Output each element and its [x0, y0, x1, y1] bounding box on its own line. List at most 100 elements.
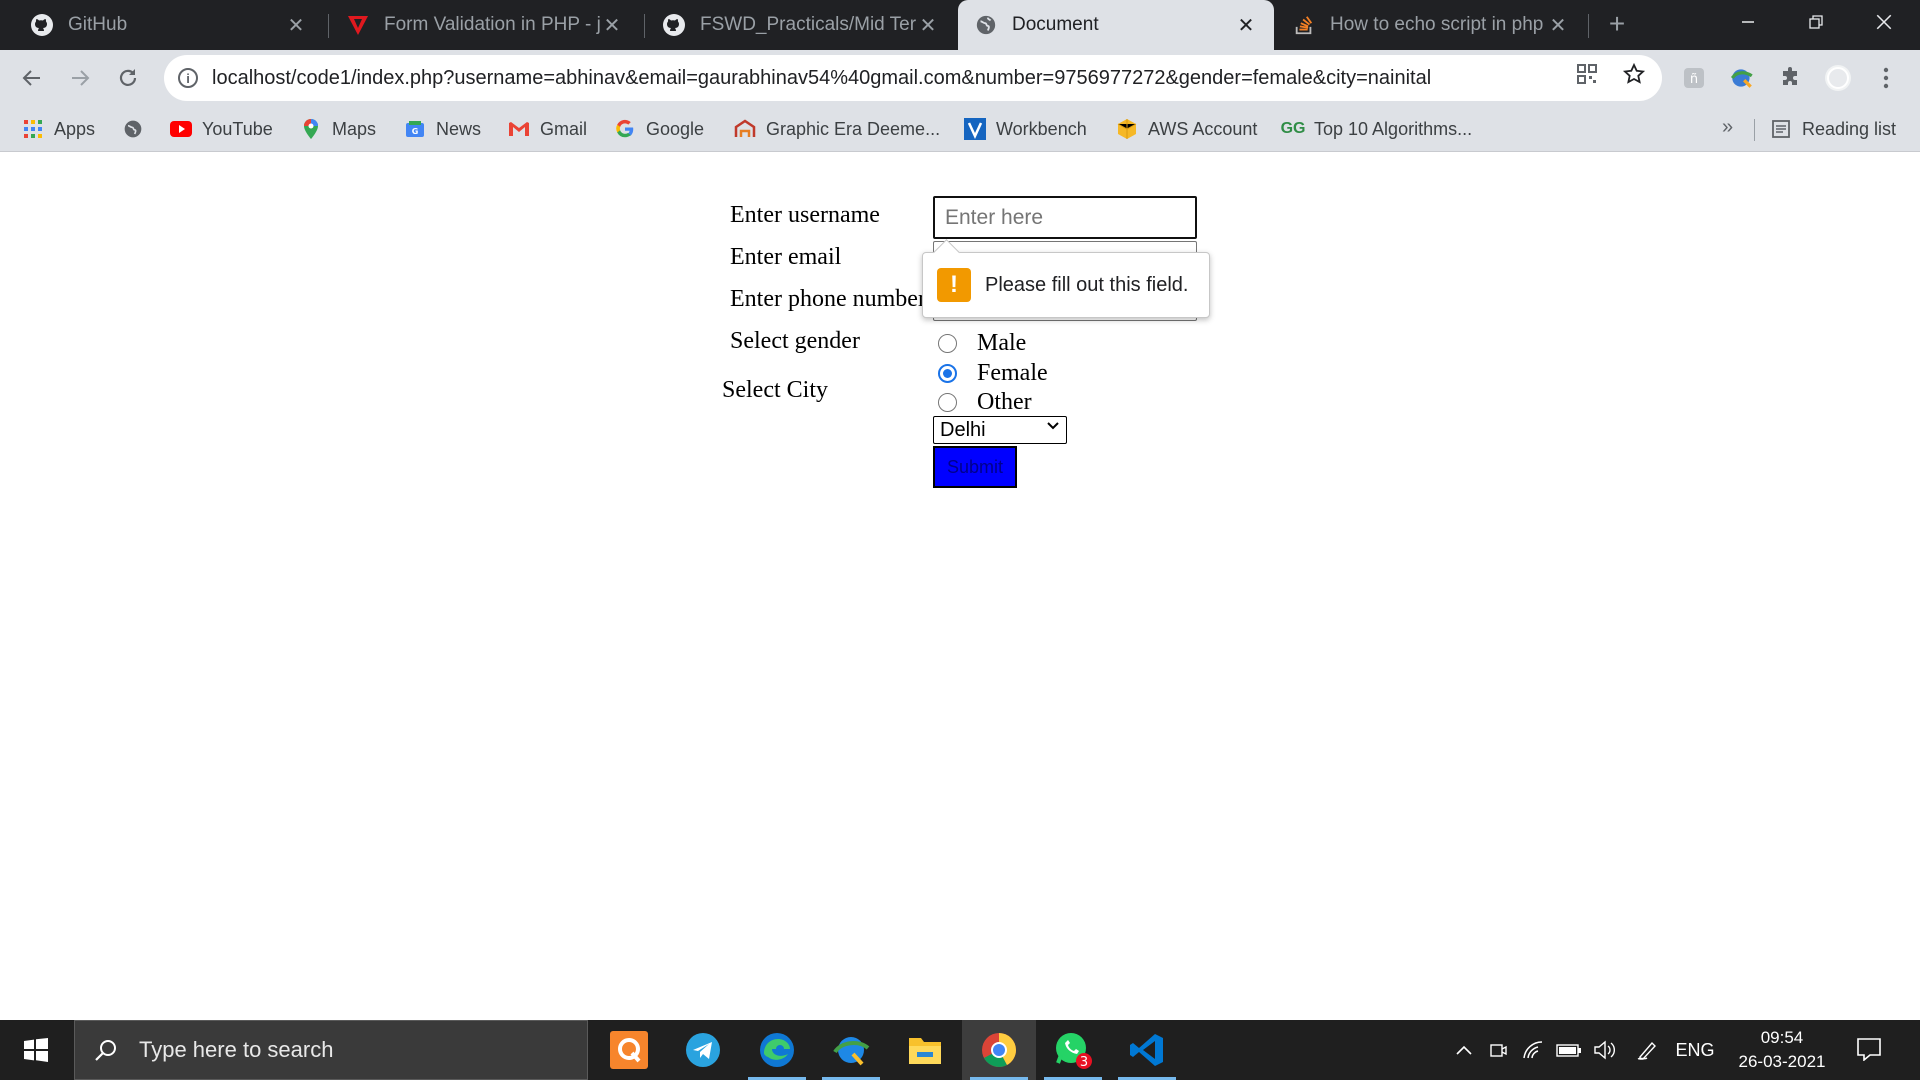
site-info-icon[interactable]: i — [178, 68, 198, 88]
gender-label: Select gender — [730, 328, 860, 354]
close-icon[interactable]: ✕ — [284, 13, 308, 38]
reading-list-label: Reading list — [1802, 118, 1897, 139]
graphic-era-icon — [734, 118, 756, 140]
bookmark-label: News — [436, 118, 482, 139]
stackoverflow-icon — [1292, 13, 1316, 37]
validation-message: Please fill out this field. — [985, 273, 1189, 296]
address-bar[interactable]: i localhost/code1/index.php?username=abh… — [164, 55, 1662, 101]
pen-workspace-button[interactable] — [1632, 1020, 1662, 1080]
url-text[interactable]: localhost/code1/index.php?username=abhin… — [212, 67, 1662, 90]
reload-button[interactable] — [112, 62, 144, 94]
forward-button[interactable] — [64, 62, 96, 94]
new-tab-button[interactable]: + — [1602, 10, 1632, 40]
start-button[interactable] — [0, 1020, 72, 1080]
network-button[interactable] — [1518, 1020, 1548, 1080]
bookmark-label: AWS Account — [1148, 118, 1258, 139]
photos-icon — [833, 1037, 870, 1066]
back-button[interactable] — [16, 62, 48, 94]
tab-github[interactable]: GitHub ✕ — [14, 0, 324, 50]
bookmark-star-icon[interactable] — [1621, 61, 1647, 87]
tab-form-validation[interactable]: Form Validation in PHP - ja ✕ — [330, 0, 640, 50]
close-icon[interactable]: ✕ — [916, 13, 940, 38]
bookmarks-bar: Apps YouTube Maps G News Gmail Google Gr… — [0, 106, 1920, 152]
windows-logo-icon — [24, 1038, 48, 1062]
taskbar-app-telegram[interactable] — [666, 1020, 740, 1080]
reload-icon — [119, 69, 137, 86]
show-hidden-icons-button[interactable] — [1450, 1020, 1478, 1080]
meet-now-button[interactable] — [1484, 1020, 1512, 1080]
email-label: Enter email — [730, 244, 842, 270]
bookmark-graphic-era[interactable]: Graphic Era Deeme... — [734, 116, 940, 142]
volume-button[interactable] — [1590, 1020, 1620, 1080]
taskbar-app-whatsapp[interactable]: 3 — [1036, 1020, 1110, 1080]
taskbar-app-qbittorrent[interactable] — [592, 1020, 666, 1080]
bookmark-gmail[interactable]: Gmail — [508, 116, 587, 142]
taskbar-app-file-explorer[interactable] — [888, 1020, 962, 1080]
action-center-button[interactable] — [1852, 1032, 1886, 1066]
gender-option-female[interactable]: Female — [938, 360, 1048, 387]
bookmark-globe[interactable] — [122, 116, 154, 142]
profile-avatar-icon[interactable] — [1824, 64, 1852, 92]
maps-pin-icon — [300, 118, 322, 140]
close-icon[interactable]: ✕ — [1546, 13, 1570, 38]
vscode-icon — [1130, 1034, 1163, 1066]
city-select[interactable]: Delhi — [933, 416, 1067, 444]
globe-icon — [122, 118, 144, 140]
bookmark-apps[interactable]: Apps — [22, 116, 95, 142]
edge-icon — [760, 1033, 794, 1067]
gender-option-other[interactable]: Other — [938, 389, 1032, 416]
svg-text:ñ: ñ — [1690, 72, 1698, 87]
youtube-icon — [170, 118, 192, 140]
taskbar-app-edge[interactable] — [740, 1020, 814, 1080]
menu-kebab-icon[interactable] — [1872, 64, 1900, 92]
battery-button[interactable] — [1554, 1020, 1584, 1080]
taskbar-app-photos[interactable] — [814, 1020, 888, 1080]
restore-button[interactable] — [1786, 0, 1846, 44]
close-icon[interactable]: ✕ — [1234, 13, 1258, 38]
qbittorrent-icon — [610, 1031, 648, 1069]
bookmark-top-10-algorithms[interactable]: GG Top 10 Algorithms... — [1281, 116, 1473, 142]
clock-date: 26-03-2021 — [1738, 1052, 1826, 1071]
username-input[interactable] — [933, 196, 1197, 239]
close-icon[interactable]: ✕ — [600, 13, 624, 38]
battery-charging-icon — [1556, 1044, 1581, 1057]
phone-label: Enter phone number — [730, 286, 926, 312]
clock[interactable]: 09:54 26-03-2021 — [1724, 1026, 1840, 1074]
female-radio[interactable] — [938, 364, 957, 383]
input-language-button[interactable]: ENG — [1672, 1020, 1718, 1080]
bookmark-aws-account[interactable]: AWS Account — [1116, 116, 1257, 142]
bookmark-workbench[interactable]: Workbench — [964, 116, 1087, 142]
submit-button[interactable]: Submit — [933, 446, 1017, 488]
qr-code-icon[interactable] — [1574, 61, 1600, 87]
tab-strip: GitHub ✕ Form Validation in PHP - ja ✕ F… — [0, 0, 1920, 50]
javatpoint-icon — [346, 13, 370, 37]
close-icon — [1876, 14, 1892, 30]
gender-option-male[interactable]: Male — [938, 330, 1026, 357]
male-radio[interactable] — [938, 334, 957, 353]
tab-echo-script[interactable]: How to echo script in php ✕ — [1276, 0, 1586, 50]
bookmark-google[interactable]: Google — [614, 116, 704, 142]
aws-icon — [1116, 118, 1138, 140]
extensions-puzzle-icon[interactable] — [1776, 64, 1804, 92]
bookmark-news[interactable]: G News — [404, 116, 481, 142]
tab-document[interactable]: Document ✕ — [958, 0, 1274, 50]
chevron-up-icon — [1456, 1045, 1472, 1055]
city-label: Select City — [722, 377, 828, 403]
taskbar-search[interactable]: Type here to search — [74, 1020, 588, 1080]
tab-title: FSWD_Practicals/Mid Term — [700, 14, 916, 35]
taskbar-app-vscode[interactable] — [1110, 1020, 1184, 1080]
chevron-down-icon — [1046, 419, 1060, 438]
bookmark-youtube[interactable]: YouTube — [170, 116, 273, 142]
pen-icon — [1637, 1041, 1656, 1060]
idm-extension-icon[interactable] — [1728, 64, 1756, 92]
extension-icon[interactable]: ñ — [1680, 64, 1708, 92]
more-bookmarks-button[interactable]: » — [1722, 116, 1733, 139]
bookmark-maps[interactable]: Maps — [300, 116, 376, 142]
tab-fswd-practicals[interactable]: FSWD_Practicals/Mid Term ✕ — [646, 0, 956, 50]
taskbar-app-chrome[interactable] — [962, 1020, 1036, 1080]
close-window-button[interactable] — [1854, 0, 1914, 44]
other-radio[interactable] — [938, 393, 957, 412]
minimize-button[interactable] — [1718, 0, 1778, 44]
reading-list-button[interactable]: Reading list — [1770, 116, 1896, 142]
whatsapp-badge: 3 — [1080, 1055, 1088, 1070]
